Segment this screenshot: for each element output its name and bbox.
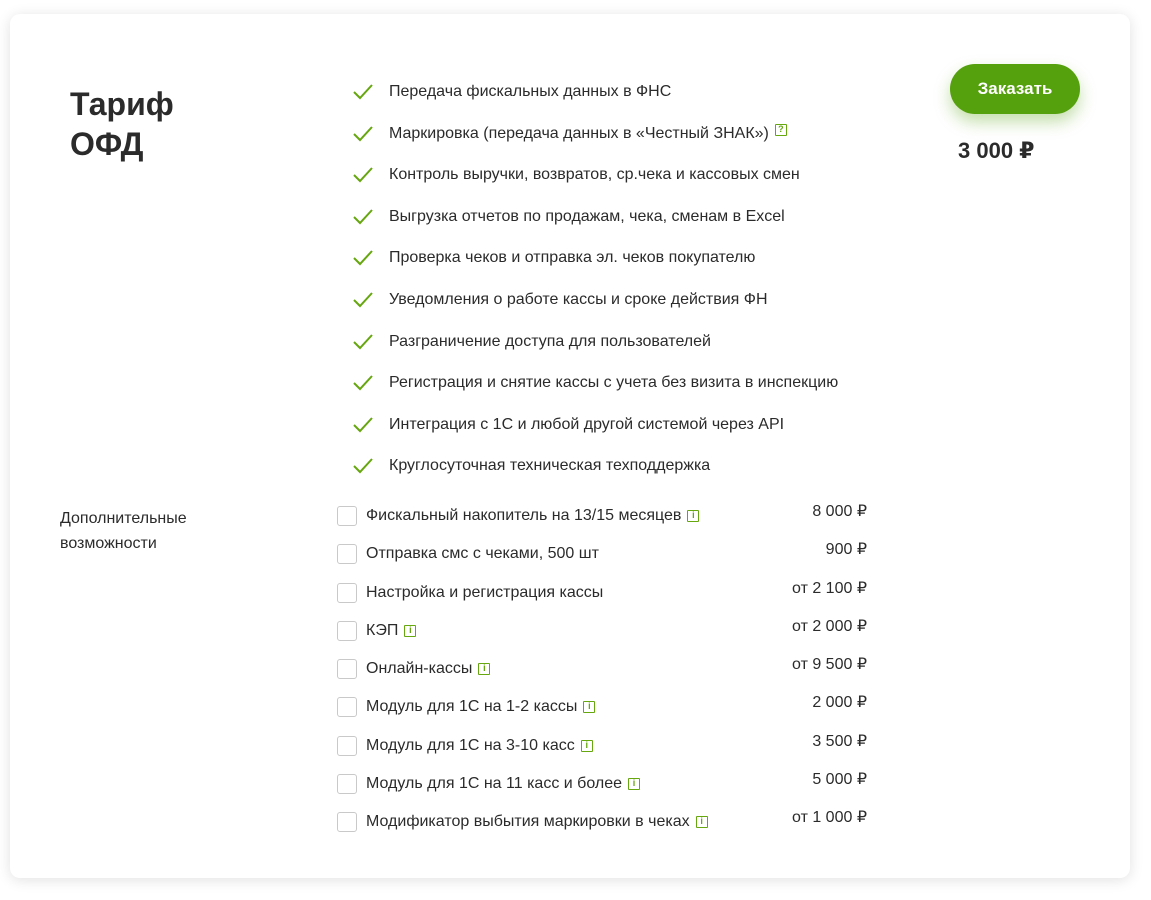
feature-list: Передача фискальных данных в ФНС Маркиров… [352,72,838,488]
extra-price: от 2 000 ₽ [792,617,867,635]
feature-text: Круглосуточная техническая техподдержка [389,457,711,475]
extra-price: 5 000 ₽ [812,771,867,789]
info-icon[interactable]: i [404,624,417,637]
extra-name: Модуль для 1С на 11 касс и более i [366,774,640,794]
extras-heading: Дополнительные возможности [60,510,187,552]
feature-text: Регистрация и снятие кассы с учета без в… [389,374,839,392]
feature-item: Маркировка (передача данных в «Честный З… [352,114,838,156]
feature-text: Проверка чеков и отправка эл. чеков поку… [389,249,756,267]
extra-option: Настройка и регистрация кассы от 2 100 ₽ [337,579,877,617]
question-icon[interactable]: ? [774,123,787,136]
info-icon[interactable]: i [478,662,491,675]
extra-checkbox[interactable] [337,735,357,756]
info-icon[interactable]: i [628,777,640,790]
tariff-title-line1: Тариф [70,86,174,122]
extra-name: Фискальный накопитель на 13/15 месяцев i [366,506,700,526]
extra-name-text: Отправка смс с чеками, 500 шт [366,545,599,563]
tariff-price: 3 000 ₽ [958,138,1035,163]
tariff-card: Тариф ОФД Передача фискальных данных в Ф… [10,14,1130,878]
extra-name-text: Модуль для 1С на 3-10 касс [366,736,575,754]
tariff-title-line2: ОФД [70,126,144,162]
feature-item: Контроль выручки, возвратов, ср.чека и к… [352,155,838,197]
check-icon [353,125,373,142]
extra-option: Модификатор выбытия маркировки в чеках i о… [337,808,877,846]
extra-price: 3 500 ₽ [812,732,867,750]
extra-checkbox[interactable] [337,774,357,795]
extra-name: Модификатор выбытия маркировки в чеках i [366,812,708,832]
check-icon [353,250,373,266]
extra-price: 2 000 ₽ [812,694,867,712]
extra-price: от 1 000 ₽ [792,809,867,827]
check-icon [353,417,373,433]
check-icon [353,167,373,183]
feature-text: Уведомления о работе кассы и сроке дейст… [389,290,768,308]
feature-text: Интеграция с 1С и любой другой системой … [389,415,785,433]
extra-checkbox[interactable] [337,582,357,603]
extra-option: Фискальный накопитель на 13/15 месяцев i 8… [337,502,877,540]
check-icon [353,333,373,350]
extra-name: Модуль для 1С на 1-2 кассы i [366,697,596,717]
order-button[interactable]: Заказать [950,64,1080,114]
extra-option: КЭП i от 2 000 ₽ [337,617,877,655]
extra-name-text: Онлайн-кассы [366,660,473,678]
check-icon [353,84,373,100]
feature-text: Маркировка (передача данных в «Честный З… [389,124,769,142]
feature-item: Передача фискальных данных в ФНС [352,72,838,114]
extra-checkbox[interactable] [337,659,357,680]
extra-checkbox[interactable] [337,812,357,833]
extra-name: Настройка и регистрация кассы [366,583,603,603]
extra-option: Модуль для 1С на 3-10 касс i 3 500 ₽ [337,732,877,770]
feature-item: Проверка чеков и отправка эл. чеков поку… [352,238,838,280]
check-icon [353,209,373,225]
extra-price: от 9 500 ₽ [792,656,867,674]
extra-checkbox[interactable] [337,697,357,718]
extra-name-text: Модификатор выбытия маркировки в чеках [366,813,690,831]
extra-option: Онлайн-кассы i от 9 500 ₽ [337,655,877,693]
extras-list: Фискальный накопитель на 13/15 месяцев i 8… [337,502,877,847]
tariff-title: Тариф ОФД [70,84,230,164]
extra-name: Онлайн-кассы i [366,659,491,679]
extra-checkbox[interactable] [337,506,357,526]
feature-item: Круглосуточная техническая техподдержка [352,446,838,488]
extra-name-text: Настройка и регистрация кассы [366,583,604,601]
check-icon [353,375,373,391]
extra-name: КЭП i [366,621,417,641]
extra-name-text: Модуль для 1С на 11 касс и более [366,775,622,793]
extra-price: 900 ₽ [825,541,867,559]
extra-checkbox[interactable] [337,544,357,565]
info-icon[interactable]: i [580,739,593,752]
extra-checkbox[interactable] [337,620,357,641]
info-icon[interactable]: i [687,509,700,522]
extra-option: Отправка смс с чеками, 500 шт 900 ₽ [337,540,877,578]
feature-item: Разграничение доступа для пользователей [352,322,838,364]
feature-item: Регистрация и снятие кассы с учета без в… [352,363,838,405]
feature-item: Выгрузка отчетов по продажам, чека, смен… [352,197,838,239]
extra-name-text: КЭП [366,621,399,639]
extra-name-text: Фискальный накопитель на 13/15 месяцев [366,507,682,524]
feature-text: Контроль выручки, возвратов, ср.чека и к… [389,166,800,184]
info-icon[interactable]: i [695,816,708,829]
extra-name: Модуль для 1С на 3-10 касс i [366,736,593,756]
feature-item: Уведомления о работе кассы и сроке дейст… [352,280,838,322]
info-icon[interactable]: i [583,701,596,714]
extra-name: Отправка смс с чеками, 500 шт [366,544,599,564]
extra-price: 8 000 ₽ [812,503,867,520]
check-icon [353,458,373,474]
feature-text: Разграничение доступа для пользователей [389,332,711,350]
check-icon [353,292,373,308]
extra-name-text: Модуль для 1С на 1-2 кассы [366,698,578,716]
extra-option: Модуль для 1С на 1-2 кассы i 2 000 ₽ [337,693,877,731]
feature-text: Передача фискальных данных в ФНС [389,83,672,100]
feature-item: Интеграция с 1С и любой другой системой … [352,405,838,447]
feature-text: Выгрузка отчетов по продажам, чека, смен… [389,207,785,225]
extra-option: Модуль для 1С на 11 касс и более i 5 000 ₽ [337,770,877,808]
extra-price: от 2 100 ₽ [792,579,867,597]
